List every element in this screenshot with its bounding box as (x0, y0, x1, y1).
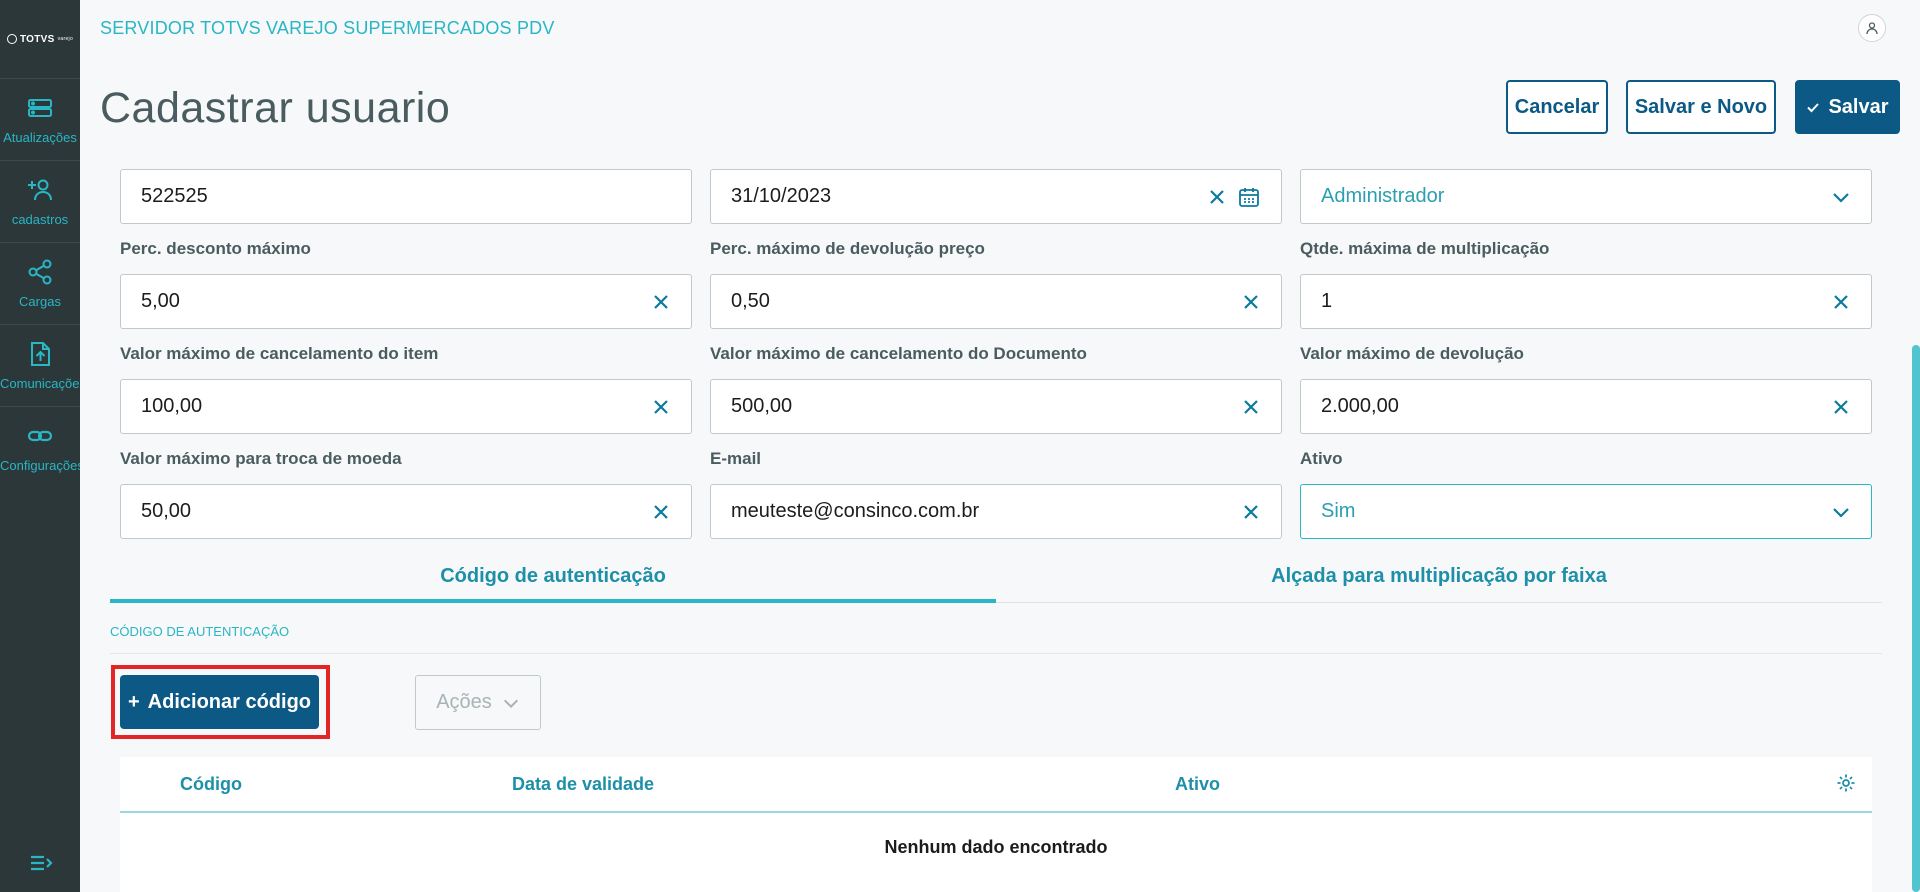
share-icon (28, 259, 52, 285)
clear-icon[interactable] (651, 502, 671, 522)
sidebar-item-cargas[interactable]: Cargas (0, 242, 80, 324)
cancel-doc-value: 500,00 (731, 395, 793, 417)
clear-icon[interactable] (1241, 292, 1261, 312)
sidebar-item-label: Cargas (19, 294, 61, 309)
multiplicacao-label: Qtde. máxima de multiplicação (1300, 239, 1550, 258)
troca-moeda-label: Valor máximo para troca de moeda (120, 449, 402, 468)
desconto-input[interactable]: 5,00 (120, 274, 692, 329)
devolucao-preco-value: 0,50 (731, 290, 770, 312)
save-button[interactable]: Salvar (1795, 80, 1900, 134)
chevron-down-icon (1833, 507, 1849, 518)
page-title: Cadastrar usuario (100, 84, 451, 132)
troca-moeda-input[interactable]: 50,00 (120, 484, 692, 539)
troca-moeda-value: 50,00 (141, 500, 192, 522)
devolucao-input[interactable]: 2.000,00 (1300, 379, 1872, 434)
column-header-data-validade[interactable]: Data de validade (512, 774, 654, 795)
section-title: CÓDIGO DE AUTENTICAÇÃO (110, 624, 290, 639)
link-icon (27, 430, 53, 442)
calendar-icon[interactable] (1237, 185, 1261, 209)
totvs-logo: TOTVS varejo (0, 0, 80, 78)
sidebar-item-comunicacoes[interactable]: Comunicações (0, 324, 80, 406)
sidebar-item-label: Atualizações (3, 130, 77, 145)
profile-select[interactable]: Administrador (1300, 169, 1872, 224)
desconto-value: 5,00 (141, 290, 180, 312)
clear-icon[interactable] (651, 397, 671, 417)
code-field[interactable]: 522525 (120, 169, 692, 224)
clear-icon[interactable] (1831, 397, 1851, 417)
cancel-doc-input[interactable]: 500,00 (710, 379, 1282, 434)
tab-bar: Código de autenticação Alçada para multi… (110, 555, 1882, 603)
ativo-label: Ativo (1300, 449, 1343, 468)
tab-alcada-multiplicacao[interactable]: Alçada para multiplicação por faixa (996, 555, 1882, 603)
sidebar-item-label: Configurações (0, 458, 80, 473)
save-button-label: Salvar (1828, 95, 1889, 118)
clear-icon[interactable] (1207, 187, 1227, 207)
sidebar-item-configuracoes[interactable]: Configurações (0, 406, 80, 488)
cancel-button[interactable]: Cancelar (1506, 80, 1608, 134)
devolucao-preco-input[interactable]: 0,50 (710, 274, 1282, 329)
add-code-button[interactable]: + Adicionar código (120, 675, 319, 729)
profile-value: Administrador (1321, 185, 1445, 207)
sidebar-item-label: Comunicações (0, 376, 80, 391)
column-header-ativo[interactable]: Ativo (1175, 774, 1220, 795)
devolucao-value: 2.000,00 (1321, 395, 1399, 417)
collapse-menu-icon[interactable] (28, 850, 54, 876)
code-value: 522525 (141, 185, 208, 207)
clear-icon[interactable] (1241, 502, 1261, 522)
chevron-down-icon (503, 699, 518, 708)
devolucao-preco-label: Perc. máximo de devolução preço (710, 239, 985, 258)
app-title: SERVIDOR TOTVS VAREJO SUPERMERCADOS PDV (100, 18, 555, 38)
desconto-label: Perc. desconto máximo (120, 239, 311, 258)
logo-subtext: varejo (57, 36, 74, 42)
user-icon (1866, 22, 1878, 35)
plus-icon: + (127, 690, 140, 713)
sidebar-item-atualizacoes[interactable]: Atualizações (0, 78, 80, 160)
logo-text: TOTVS (19, 33, 55, 45)
cancel-item-value: 100,00 (141, 395, 203, 417)
sidebar: TOTVS varejo Atualizações cadastros Carg… (0, 0, 80, 892)
check-icon (1807, 103, 1820, 113)
gear-icon[interactable] (1836, 773, 1856, 793)
email-value: meuteste@consinco.com.br (731, 500, 980, 522)
server-icon (28, 99, 52, 117)
save-and-new-button[interactable]: Salvar e Novo (1626, 80, 1776, 134)
sidebar-item-cadastros[interactable]: cadastros (0, 160, 80, 242)
tab-codigo-autenticacao[interactable]: Código de autenticação (110, 555, 996, 603)
date-field[interactable]: 31/10/2023 (710, 169, 1282, 224)
ativo-value: Sim (1321, 500, 1356, 522)
add-user-icon (28, 179, 52, 201)
auth-code-table: Código Data de validade Ativo Nenhum dad… (120, 757, 1872, 892)
column-header-codigo[interactable]: Código (180, 774, 242, 795)
table-header-divider (120, 811, 1872, 813)
logo-mark-icon (6, 34, 17, 44)
email-label: E-mail (710, 449, 762, 468)
upload-file-icon (31, 342, 50, 366)
empty-state-text: Nenhum dado encontrado (884, 837, 1108, 857)
user-profile-button[interactable] (1858, 14, 1886, 42)
add-code-label: Adicionar código (147, 690, 312, 713)
multiplicacao-value: 1 (1321, 290, 1333, 312)
cancel-item-label: Valor máximo de cancelamento do item (120, 344, 439, 363)
cancel-doc-label: Valor máximo de cancelamento do Document… (710, 344, 1087, 363)
ativo-select[interactable]: Sim (1300, 484, 1872, 539)
section-divider (110, 653, 1882, 654)
chevron-down-icon (1833, 192, 1849, 203)
sidebar-item-label: cadastros (11, 212, 69, 227)
scrollbar[interactable] (1912, 345, 1920, 892)
actions-label: Ações (436, 691, 492, 713)
date-value: 31/10/2023 (731, 185, 832, 207)
actions-dropdown[interactable]: Ações (415, 675, 541, 730)
email-field[interactable]: meuteste@consinco.com.br (710, 484, 1282, 539)
clear-icon[interactable] (1241, 397, 1261, 417)
cancel-item-input[interactable]: 100,00 (120, 379, 692, 434)
devolucao-label: Valor máximo de devolução (1300, 344, 1524, 363)
clear-icon[interactable] (651, 292, 671, 312)
multiplicacao-input[interactable]: 1 (1300, 274, 1872, 329)
clear-icon[interactable] (1831, 292, 1851, 312)
